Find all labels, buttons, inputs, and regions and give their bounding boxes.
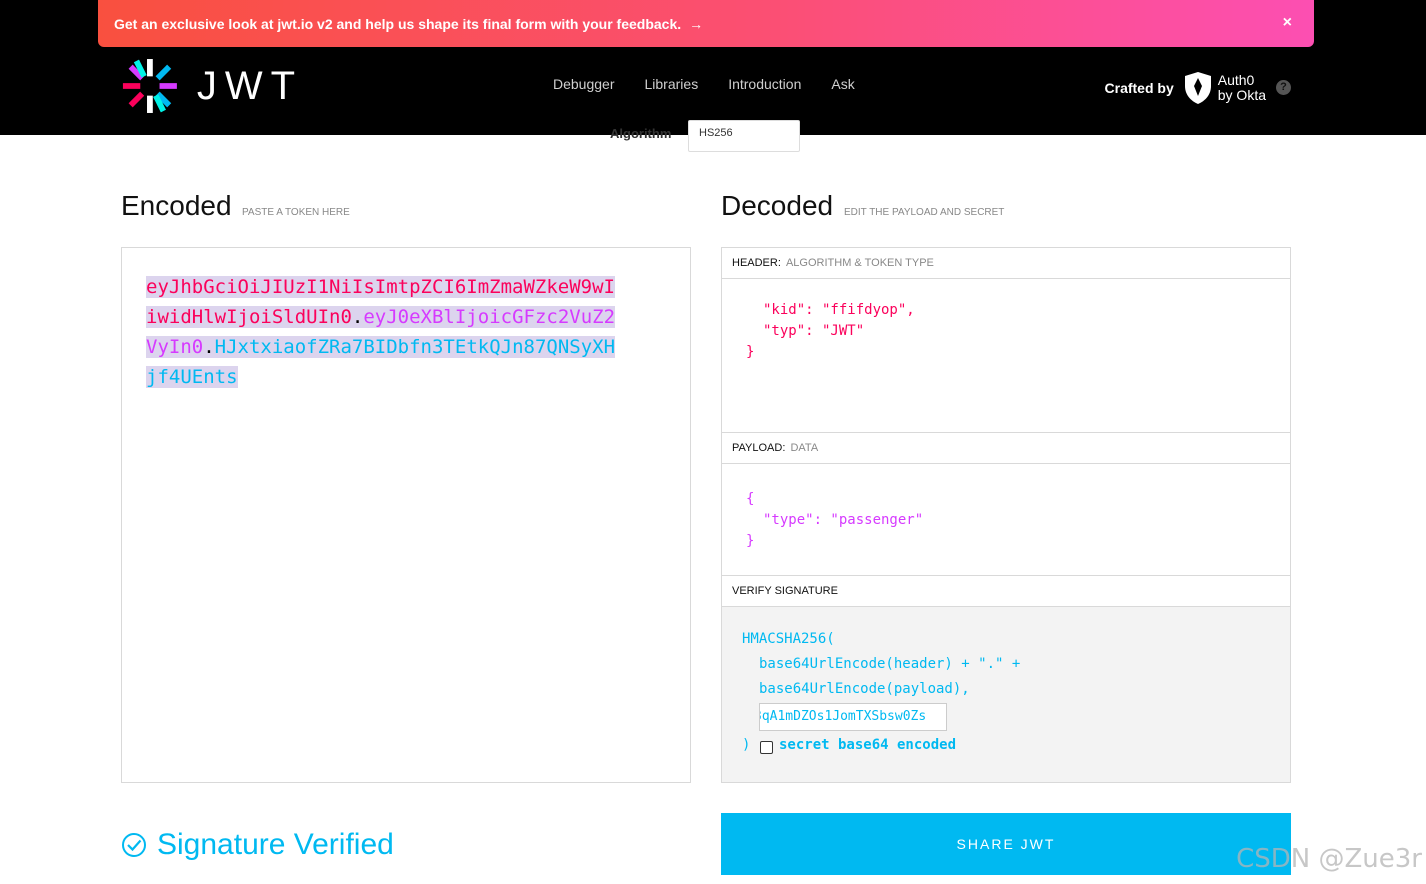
crafted-by[interactable]: Crafted by Auth0 by Okta xyxy=(1105,72,1266,104)
header-line: } xyxy=(746,344,755,360)
verify-code: HMACSHA256( base64UrlEncode(header) + ".… xyxy=(742,627,1020,702)
logo-wordmark: JWT xyxy=(196,63,303,108)
help-icon[interactable]: ? xyxy=(1276,80,1291,95)
watermark: CSDN @Zue3r xyxy=(1236,844,1422,874)
base64-checkbox[interactable] xyxy=(760,741,773,754)
secret-input[interactable]: 3qA1mDZOs1JomTXSbsw0Zs xyxy=(759,703,947,731)
verify-section-label: VERIFY SIGNATURE xyxy=(732,585,838,597)
verify-line: HMACSHA256( xyxy=(742,631,835,647)
check-circle-icon xyxy=(122,833,146,857)
payload-section-title: PAYLOAD: DATA xyxy=(722,433,1290,464)
auth0-brand: Auth0 by Okta xyxy=(1218,73,1266,103)
token-text: eyJhbGciOiJIUzI1NiIsImtpZCI6ImZmaWZkeW9w… xyxy=(146,272,618,392)
payload-line: { xyxy=(746,491,755,507)
verified-text: Signature Verified xyxy=(157,828,394,861)
brand-line2: by Okta xyxy=(1217,87,1266,103)
payload-line: "type": "passenger" xyxy=(763,512,924,528)
verify-line: base64UrlEncode(header) + "." + xyxy=(759,656,1021,672)
close-paren: ) xyxy=(742,737,751,753)
auth0-shield-icon xyxy=(1184,72,1211,104)
feedback-banner[interactable]: Get an exclusive look at jwt.io v2 and h… xyxy=(98,0,1314,47)
payload-json-editor[interactable]: { "type": "passenger" } xyxy=(746,489,923,552)
decoded-panel: HEADER: ALGORITHM & TOKEN TYPE "kid": "f… xyxy=(721,247,1291,783)
signature-verified: Signature Verified xyxy=(121,828,394,862)
encoded-token-input[interactable]: eyJhbGciOiJIUzI1NiIsImtpZCI6ImZmaWZkeW9w… xyxy=(121,247,691,783)
token-dot-1: . xyxy=(351,306,364,328)
algorithm-label: Algorithm xyxy=(610,126,672,141)
share-jwt-button[interactable]: SHARE JWT xyxy=(721,813,1291,875)
close-icon[interactable]: × xyxy=(1283,14,1292,32)
main-nav: Debugger Libraries Introduction Ask xyxy=(553,76,855,92)
nav-ask[interactable]: Ask xyxy=(831,76,854,92)
header-section-title: HEADER: ALGORITHM & TOKEN TYPE xyxy=(722,248,1290,279)
header-line: "kid": "ffifdyop", xyxy=(763,302,915,318)
token-dot-2: . xyxy=(203,336,215,358)
encoded-subtitle: PASTE A TOKEN HERE xyxy=(242,207,350,218)
decoded-title: Decoded xyxy=(721,190,834,221)
decoded-subtitle: EDIT THE PAYLOAD AND SECRET xyxy=(844,207,1005,218)
arrow-right-icon: → xyxy=(689,15,704,32)
nav-introduction[interactable]: Introduction xyxy=(728,76,801,92)
nav-debugger[interactable]: Debugger xyxy=(553,76,615,92)
nav-libraries[interactable]: Libraries xyxy=(645,76,699,92)
top-header: Get an exclusive look at jwt.io v2 and h… xyxy=(0,0,1426,135)
jwt-logo[interactable]: JWT xyxy=(121,55,303,117)
header-line: "typ": "JWT" xyxy=(763,323,865,339)
token-signature-part: HJxtxiaofZRa7BIDbfn3TEtkQJn87QNSyXHjf4UE… xyxy=(146,336,616,388)
payload-section-label: PAYLOAD: xyxy=(732,442,786,454)
encoded-title: Encoded xyxy=(121,190,232,221)
payload-line: } xyxy=(746,533,755,549)
verify-section-title: VERIFY SIGNATURE xyxy=(722,576,1290,607)
header-section-label: HEADER: xyxy=(732,257,781,269)
jwt-burst-icon xyxy=(122,59,177,113)
base64-checkbox-label[interactable]: secret base64 encoded xyxy=(779,737,956,753)
crafted-by-label: Crafted by xyxy=(1104,80,1174,96)
verify-signature-area: HMACSHA256( base64UrlEncode(header) + ".… xyxy=(722,607,1290,782)
verify-line: base64UrlEncode(payload), xyxy=(759,681,970,697)
banner-text: Get an exclusive look at jwt.io v2 and h… xyxy=(114,15,682,32)
payload-section-sub: DATA xyxy=(790,442,819,454)
header-section-sub: ALGORITHM & TOKEN TYPE xyxy=(785,257,934,269)
algorithm-select[interactable]: HS256 xyxy=(688,120,800,152)
brand-line1: Auth0 xyxy=(1217,72,1255,88)
header-json-editor[interactable]: "kid": "ffifdyop", "typ": "JWT" } xyxy=(746,300,915,363)
